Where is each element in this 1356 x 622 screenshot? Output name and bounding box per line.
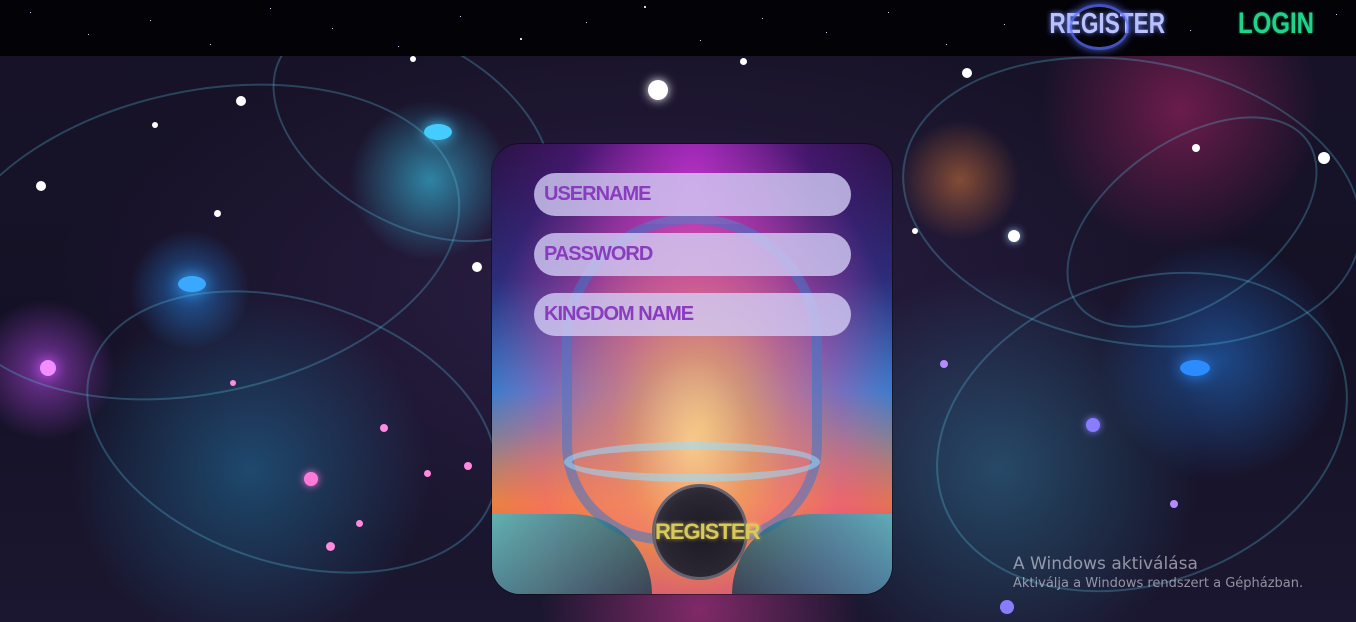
star xyxy=(210,44,211,45)
nav-register-link[interactable]: REGISTER xyxy=(1049,4,1165,50)
star xyxy=(740,58,747,65)
star xyxy=(88,34,89,35)
star xyxy=(1000,600,1014,614)
star xyxy=(150,20,151,21)
star xyxy=(1336,14,1337,15)
star xyxy=(326,542,335,551)
star xyxy=(410,56,416,62)
star xyxy=(380,424,388,432)
star xyxy=(826,32,827,33)
register-form-card: REGISTER xyxy=(492,144,892,594)
watermark-subtitle: Aktiválja a Windows rendszert a Gépházba… xyxy=(1013,576,1304,591)
nav-register-label: REGISTER xyxy=(1049,8,1166,40)
star xyxy=(304,472,318,486)
star xyxy=(912,228,918,234)
star xyxy=(270,8,271,9)
star xyxy=(644,6,646,8)
star xyxy=(946,44,947,45)
nav-login-label: LOGIN xyxy=(1238,7,1314,40)
watermark-title: A Windows aktiválása xyxy=(1013,554,1198,574)
star xyxy=(152,122,158,128)
star xyxy=(520,38,522,40)
star xyxy=(30,12,31,13)
star xyxy=(356,520,363,527)
star xyxy=(1086,418,1100,432)
star xyxy=(1192,144,1200,152)
star xyxy=(1190,30,1191,31)
register-submit-button[interactable]: REGISTER xyxy=(652,484,760,580)
star xyxy=(648,80,668,100)
star xyxy=(1008,230,1020,242)
top-navigation-bar: REGISTER LOGIN xyxy=(0,0,1356,56)
star xyxy=(332,28,333,29)
star xyxy=(398,46,399,47)
star xyxy=(236,96,246,106)
star xyxy=(178,276,206,292)
star xyxy=(700,40,701,41)
nav-login-link[interactable]: LOGIN xyxy=(1238,4,1315,44)
star xyxy=(214,210,221,217)
star xyxy=(940,360,948,368)
star xyxy=(962,68,972,78)
star xyxy=(1318,152,1330,164)
star xyxy=(464,462,472,470)
star xyxy=(424,124,452,140)
star xyxy=(424,470,431,477)
star xyxy=(40,360,56,376)
username-input[interactable] xyxy=(534,173,851,216)
star xyxy=(586,22,587,23)
star xyxy=(36,181,46,191)
star xyxy=(460,16,461,17)
star xyxy=(1004,24,1005,25)
star xyxy=(888,12,889,13)
helmet-collar-ring xyxy=(564,442,820,482)
password-input[interactable] xyxy=(534,233,851,276)
star xyxy=(762,18,763,19)
star xyxy=(1180,360,1210,376)
windows-activation-watermark: A Windows aktiválása Aktiválja a Windows… xyxy=(1013,553,1303,593)
kingdom-name-input[interactable] xyxy=(534,293,851,336)
star xyxy=(472,262,482,272)
star xyxy=(230,380,236,386)
star xyxy=(1170,500,1178,508)
